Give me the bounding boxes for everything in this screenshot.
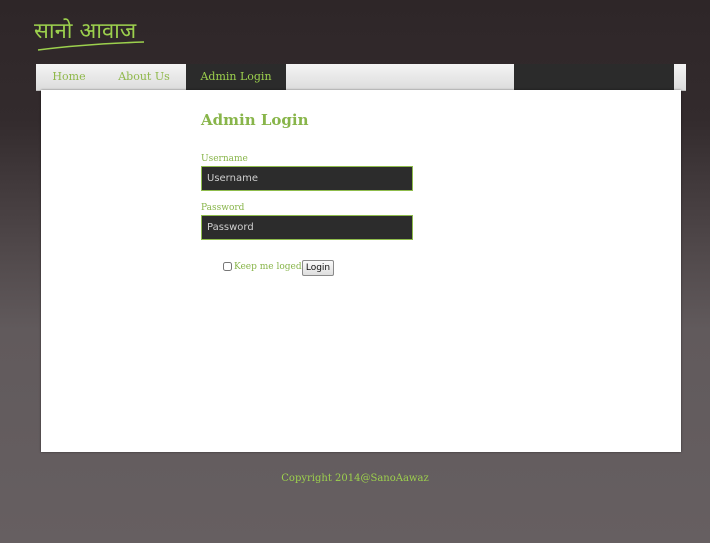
nav-home[interactable]: Home [36, 64, 102, 90]
remember-me-checkbox[interactable] [223, 262, 232, 271]
nav-admin-login[interactable]: Admin Login [186, 64, 286, 90]
content-panel [41, 90, 681, 452]
logo-text: सानो आवाज [34, 18, 137, 44]
login-button[interactable]: Login [302, 260, 334, 276]
username-input[interactable] [201, 166, 413, 191]
site-logo[interactable]: सानो आवाज [34, 14, 148, 54]
username-label: Username [201, 154, 248, 164]
password-label: Password [201, 203, 245, 213]
sano-aawaz-logo-icon: सानो आवाज [34, 18, 145, 51]
page-title: Admin Login [201, 111, 309, 129]
footer-copyright: Copyright 2014@SanoAawaz [281, 473, 429, 484]
nav-about-us[interactable]: About Us [108, 64, 180, 90]
remember-me[interactable]: Keep me loged in [223, 260, 313, 274]
password-input[interactable] [201, 215, 413, 240]
